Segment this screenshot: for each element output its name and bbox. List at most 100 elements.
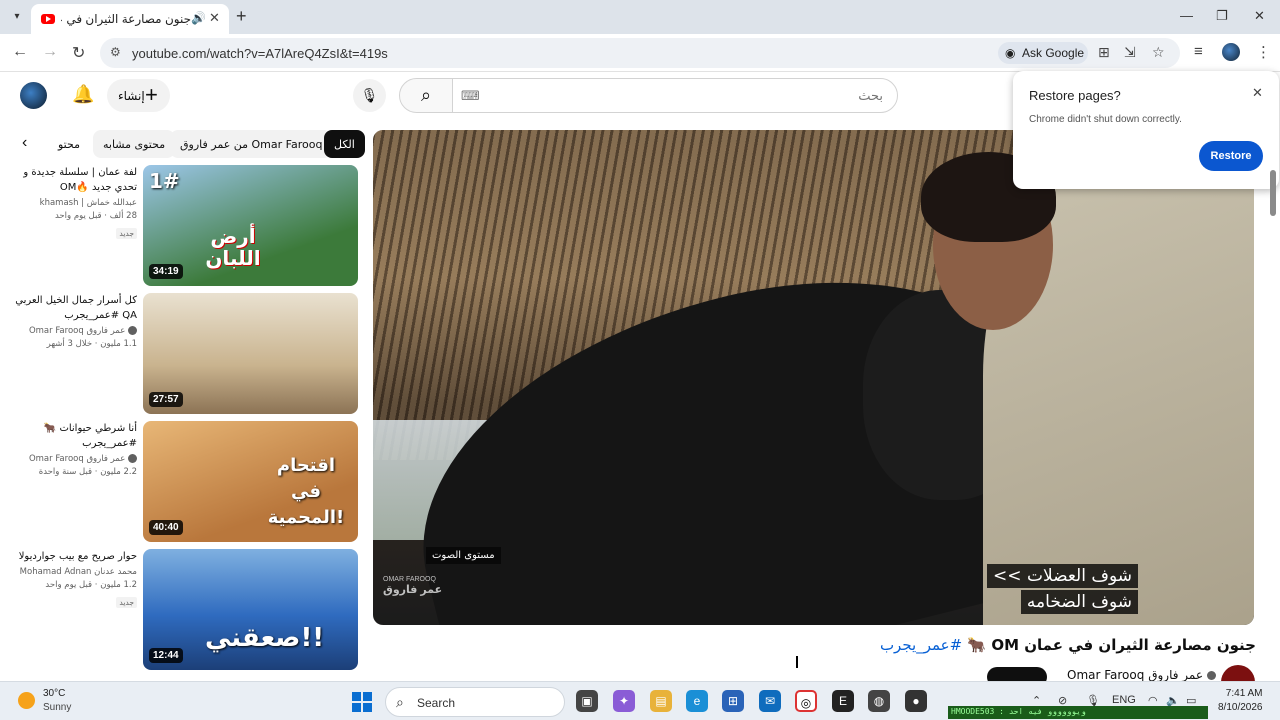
close-window-icon[interactable]: ✕ [1254, 8, 1265, 24]
chip-related-partial[interactable]: محتو [46, 130, 80, 158]
video-meta: لفة عمان | سلسلة جديدة و تحدي جديد 🔥OM ع… [4, 165, 137, 240]
channel-name[interactable]: عبدالله خماش | khamash [4, 198, 137, 208]
omnibox[interactable]: ⚙ youtube.com/watch?v=A7lAreQ4ZsI&t=419s… [100, 38, 1180, 68]
tab-search-chevron-icon[interactable]: ▾ [8, 8, 26, 26]
file-explorer-icon[interactable]: ▤ [650, 690, 672, 712]
channel-name[interactable]: عمر فاروق Omar Farooq [4, 326, 137, 336]
translate-icon[interactable]: ⊞ [1098, 44, 1110, 61]
voice-search-mic-icon[interactable]: 🎙 [353, 79, 386, 112]
video-thumbnail[interactable]: 27:57 [143, 293, 358, 414]
install-app-icon[interactable]: ⇲ [1124, 44, 1136, 61]
channel-name[interactable]: عمر فاروق Omar Farooq [4, 454, 137, 464]
channel-name[interactable]: محمد عدنان Mohamad Adnan [4, 567, 137, 577]
restore-window-icon[interactable]: ❐ [1216, 8, 1228, 24]
new-tab-button[interactable]: + [236, 6, 247, 27]
profile-avatar[interactable] [1222, 43, 1240, 61]
video-stats: 1.1 مليون · خلال 3 أشهر [46, 339, 137, 349]
user-avatar[interactable] [20, 82, 47, 109]
watermark-top: OMAR FAROOQ [383, 576, 436, 583]
thumb-number: 1# [149, 169, 180, 193]
copilot-icon[interactable]: ✦ [613, 690, 635, 712]
notifications-bell-icon[interactable]: 🔔 [72, 84, 94, 105]
media-controls-icon[interactable]: ≡ [1194, 43, 1203, 60]
new-badge: جديد [116, 597, 137, 608]
epic-games-icon[interactable]: E [832, 690, 854, 712]
duration-badge: 27:57 [149, 392, 183, 407]
create-button[interactable]: إنشاء + [107, 79, 170, 112]
clock-date: 8/10/2026 [1218, 702, 1263, 713]
recommendation-card[interactable]: اقتحام في المحمية! 40:40 أنا شرطي حيوانا… [0, 421, 365, 543]
weather-condition: Sunny [43, 702, 72, 713]
thumb-text: أرض اللبان [205, 224, 261, 270]
video-thumbnail[interactable]: اقتحام في المحمية! 40:40 [143, 421, 358, 542]
video-channel-name-text: عمر فاروق Omar Farooq [1067, 668, 1204, 682]
restore-subtitle: Chrome didn't shut down correctly. [1029, 114, 1182, 125]
search-button[interactable]: ⌕ [399, 78, 453, 113]
restore-close-icon[interactable]: ✕ [1252, 85, 1263, 101]
video-stats: 1.2 مليون · قبل يوم واحد [45, 580, 137, 590]
channel-name-text: عمر فاروق Omar Farooq [28, 454, 126, 464]
video-title[interactable]: لفة عمان | سلسلة جديدة و تحدي جديد 🔥OM [4, 165, 137, 195]
video-thumbnail[interactable]: صعقني!! 12:44 [143, 549, 358, 670]
youtube-favicon-icon [41, 14, 55, 24]
channel-watermark: OMAR FAROOQ عمر فاروق [383, 576, 442, 596]
outlook-icon[interactable]: ✉ [759, 690, 781, 712]
bull-emoji: 🐂 [967, 636, 987, 654]
tab-title: جنون مصارعة الثيران في عمان [61, 12, 191, 26]
video-hashtag-link[interactable]: #عمر_يجرب [880, 636, 962, 654]
tab-strip: ▾ جنون مصارعة الثيران في عمان 🔊 ✕ + — ❐ … [0, 0, 1280, 34]
tab-audio-icon[interactable]: 🔊 [191, 11, 206, 25]
recommendation-card[interactable]: 27:57 كل أسرار جمال الخيل العربي QA #عمر… [0, 293, 365, 415]
video-title[interactable]: حوار صريح مع بيب جوارديولا [4, 549, 137, 564]
taskbar: 30°C Sunny ⌕ Search ▣ ✦ ▤ e ⊞ ✉ ◎ E ◍ ● … [0, 681, 1280, 720]
keyboard-icon[interactable]: ⌨ [461, 88, 480, 104]
chip-from-channel[interactable]: من عمر فاروق Omar Farooq [170, 130, 333, 158]
task-view-icon[interactable]: ▣ [576, 690, 598, 712]
menu-kebab-icon[interactable]: ⋮ [1256, 43, 1271, 61]
camera-app-icon[interactable]: ◍ [868, 690, 890, 712]
video-channel-name[interactable]: عمر فاروق Omar Farooq [1067, 668, 1216, 682]
system-clock[interactable]: 7:41 AM 8/10/2026 [1218, 687, 1263, 715]
taskbar-search[interactable]: ⌕ Search [385, 687, 565, 717]
volume-level-label: مستوى الصوت [426, 547, 501, 564]
minimize-icon[interactable]: — [1180, 8, 1193, 23]
video-title-main: جنون مصارعة الثيران في عمان OM 🐂 #عمر_يج… [880, 636, 1256, 654]
search-input[interactable] [483, 83, 883, 109]
video-player[interactable]: مستوى الصوت OMAR FAROOQ عمر فاروق << شوف… [373, 130, 1254, 625]
store-icon[interactable]: ⊞ [722, 690, 744, 712]
chrome-icon[interactable]: ◎ [795, 690, 817, 712]
video-title[interactable]: كل أسرار جمال الخيل العربي QA #عمر_يجرب [4, 293, 137, 323]
video-meta: أنا شرطي حيوانات 🐂 #عمر_يجرب عمر فاروق O… [4, 421, 137, 477]
video-stats: 28 ألف · قبل يوم واحد [54, 211, 137, 221]
duration-badge: 34:19 [149, 264, 183, 279]
search-box[interactable]: ⌨ [452, 78, 898, 113]
chip-related[interactable]: محتوى مشابه [93, 130, 176, 158]
site-info-icon[interactable]: ⚙ [110, 45, 121, 59]
ask-google-button[interactable]: ◉ Ask Google [998, 42, 1088, 64]
chips-scroll-left-icon[interactable]: ‹ [22, 134, 27, 152]
video-thumbnail[interactable]: 1# أرض اللبان 34:19 [143, 165, 358, 286]
tab-close-icon[interactable]: ✕ [209, 10, 220, 26]
mouse-cursor-icon [796, 656, 804, 668]
app-with-badge-icon[interactable]: ● [905, 690, 927, 712]
thumb-text: اقتحام في المحمية! [267, 455, 345, 528]
temperature: 30°C [43, 688, 66, 699]
bookmark-star-icon[interactable]: ☆ [1152, 44, 1165, 61]
edge-browser-icon[interactable]: e [686, 690, 708, 712]
chat-notification-strip: HMOODE503 : ويوووووو فيه احد [948, 706, 1208, 719]
back-icon[interactable]: ← [12, 43, 28, 61]
url-text[interactable]: youtube.com/watch?v=A7lAreQ4ZsI&t=419s [132, 46, 388, 61]
verified-check-icon [128, 454, 137, 463]
browser-tab-active[interactable]: جنون مصارعة الثيران في عمان 🔊 ✕ [31, 4, 229, 34]
start-button-windows-icon[interactable] [352, 692, 372, 712]
chip-all[interactable]: الكل [324, 130, 365, 158]
reload-icon[interactable]: ↻ [72, 43, 85, 63]
restore-button[interactable]: Restore [1199, 141, 1263, 171]
page-scrollbar[interactable] [1270, 170, 1276, 216]
language-indicator[interactable]: ENG [1112, 694, 1136, 706]
recommendation-card[interactable]: 1# أرض اللبان 34:19 لفة عمان | سلسلة جدي… [0, 165, 365, 287]
restore-pages-popup: Restore pages? Chrome didn't shut down c… [1013, 71, 1279, 189]
recommendation-card[interactable]: صعقني!! 12:44 حوار صريح مع بيب جوارديولا… [0, 549, 365, 671]
video-title[interactable]: أنا شرطي حيوانات 🐂 #عمر_يجرب [4, 421, 137, 451]
forward-icon[interactable]: → [42, 43, 58, 61]
